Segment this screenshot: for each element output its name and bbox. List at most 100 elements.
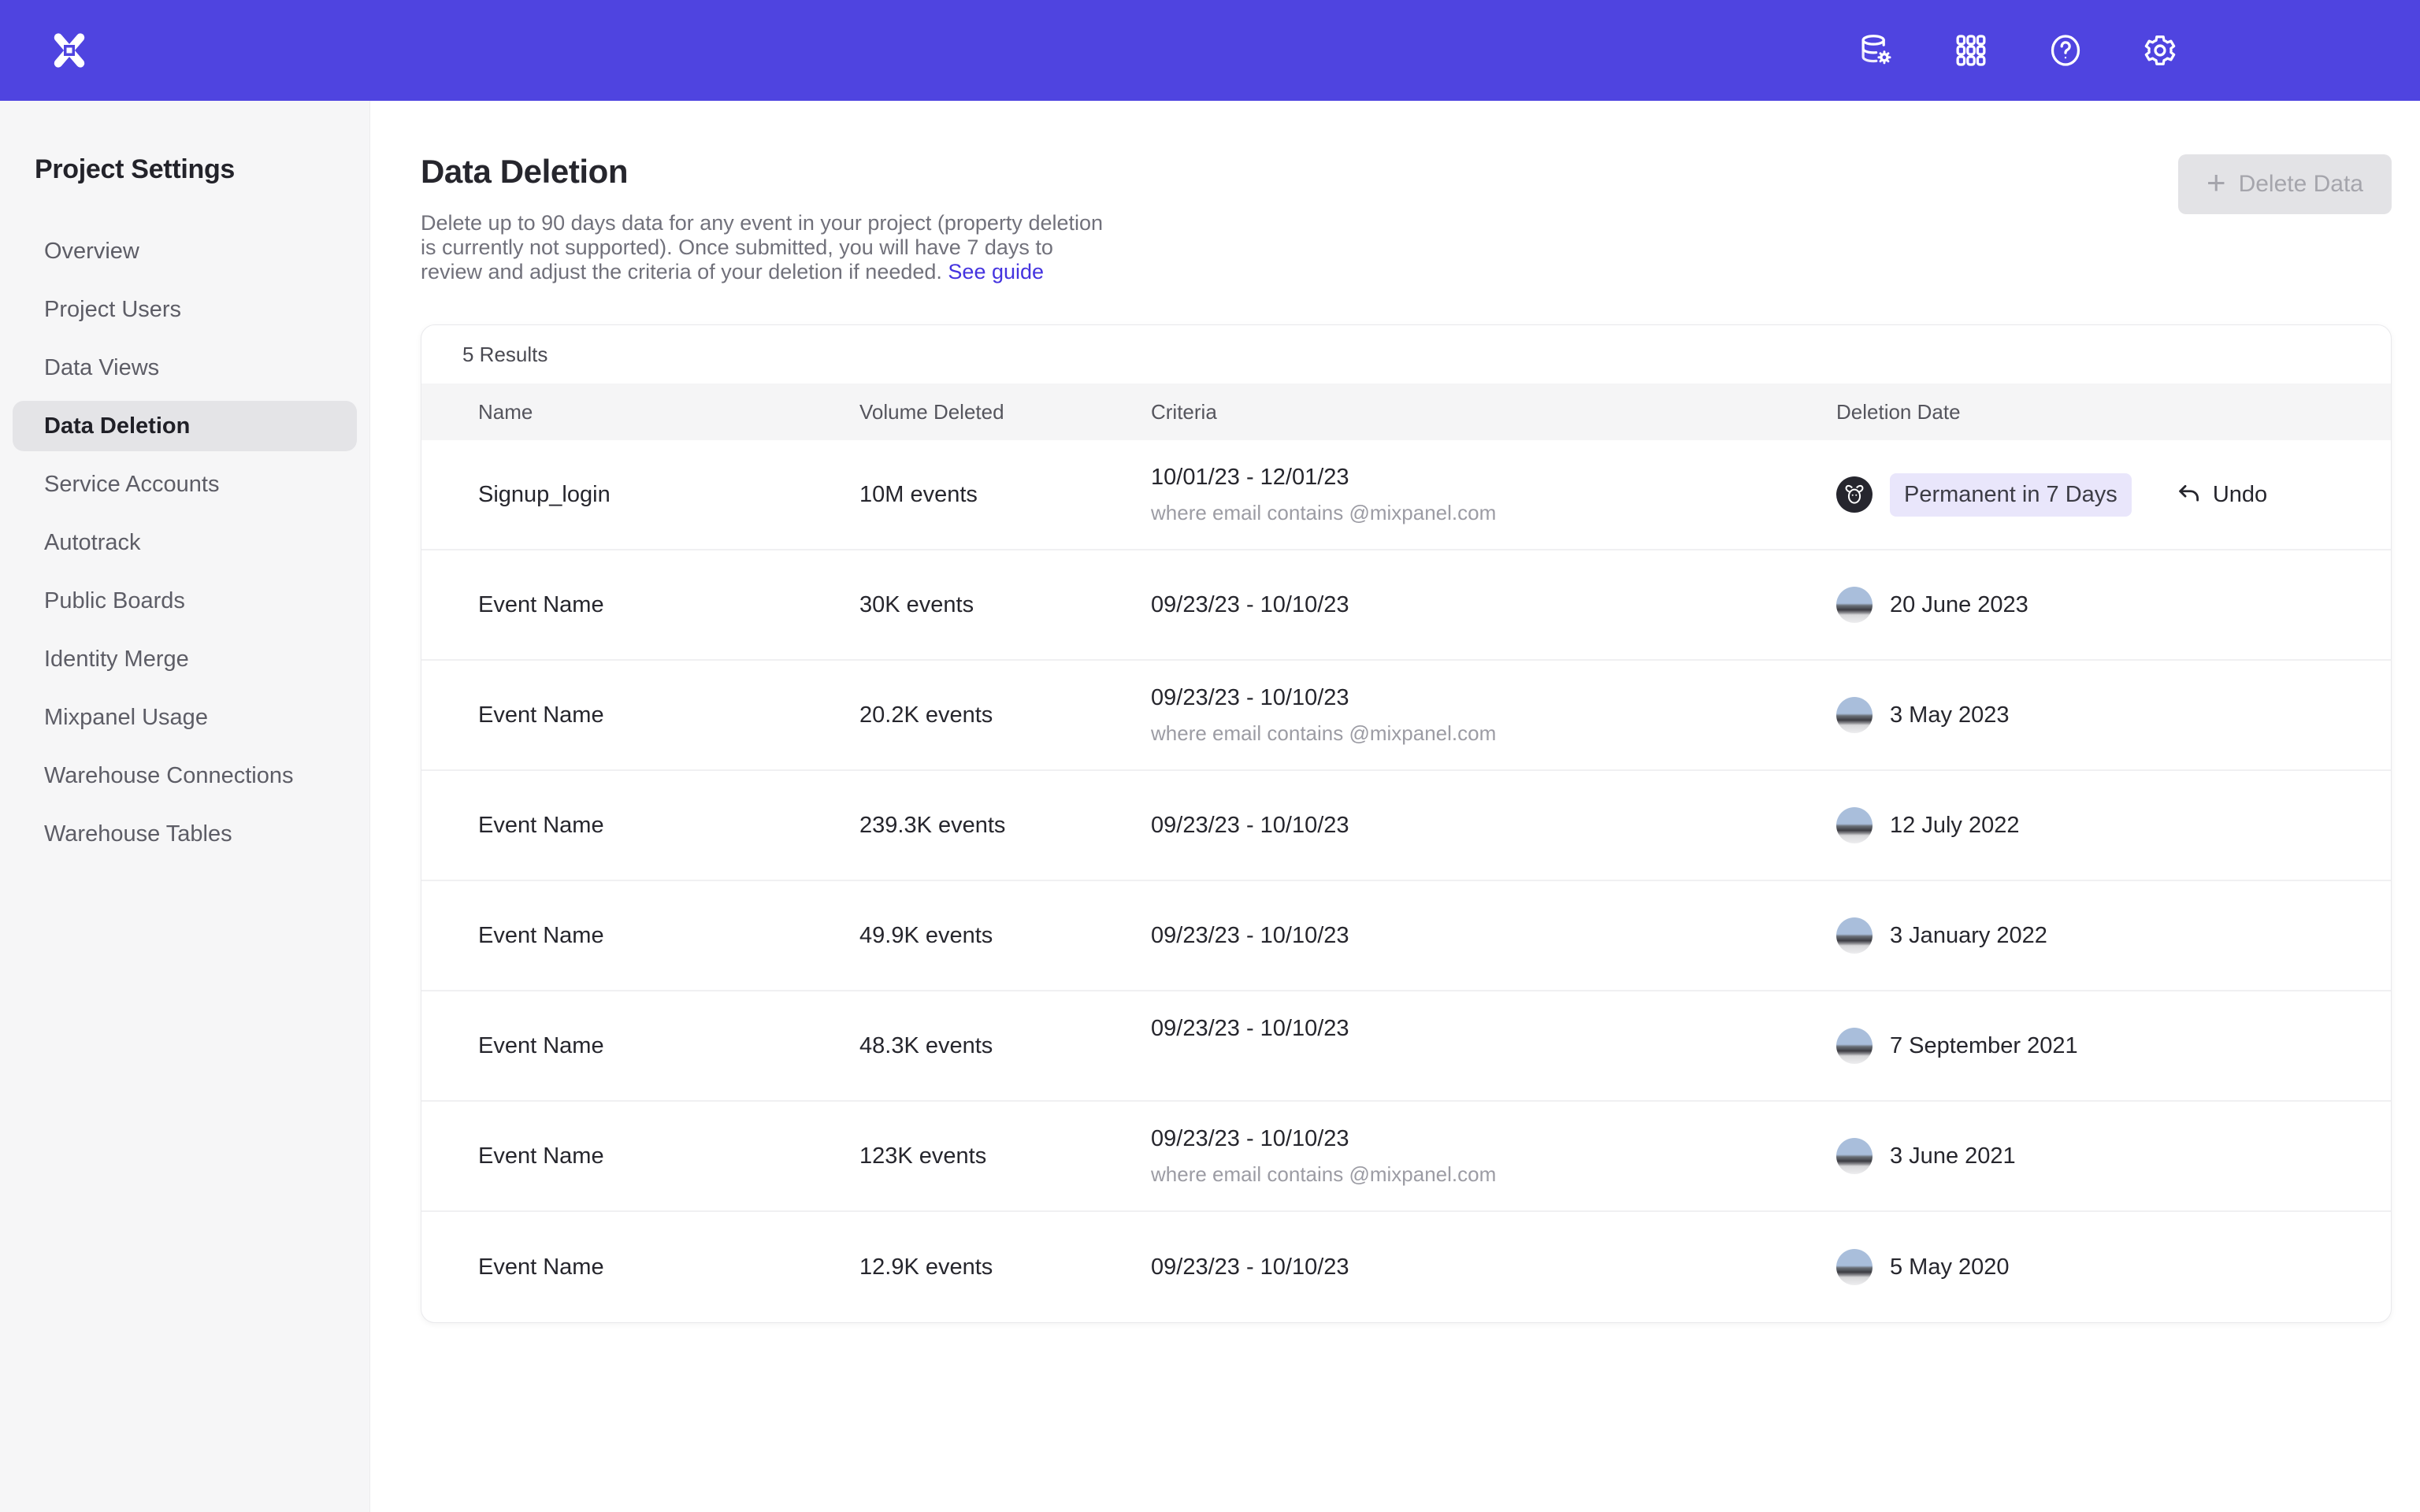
deletion-date-text: 3 June 2021 [1890,1143,2016,1169]
sidebar-item-label: Project Users [44,297,181,323]
delete-data-button[interactable]: + Delete Data [2178,154,2392,214]
row-criteria: 09/23/23 - 10/10/23 where email contains… [1151,1126,1836,1187]
col-criteria: Criteria [1151,400,1836,424]
apps-grid-icon[interactable] [1953,32,1989,69]
row-deletion-date: 5 May 2020 [1836,1249,2391,1285]
deletion-date-text: 20 June 2023 [1890,592,2028,618]
sidebar-item-mixpanel-usage[interactable]: Mixpanel Usage [13,692,357,743]
user-avatar [1836,1028,1873,1064]
user-avatar [1836,587,1873,623]
sidebar-item-public-boards[interactable]: Public Boards [13,576,357,626]
row-criteria-filter: where email contains @mixpanel.com [1151,1162,1836,1187]
table-row: Event Name 48.3K events 09/23/23 - 10/10… [421,991,2391,1102]
sidebar-item-label: Warehouse Tables [44,821,232,847]
row-volume: 12.9K events [859,1254,1151,1280]
permanent-badge: Permanent in 7 Days [1890,473,2132,517]
row-criteria-range: 09/23/23 - 10/10/23 [1151,685,1836,711]
row-criteria: 09/23/23 - 10/10/23 [1151,813,1836,839]
see-guide-link[interactable]: See guide [948,260,1044,284]
row-volume: 48.3K events [859,1033,1151,1059]
sidebar-item-identity-merge[interactable]: Identity Merge [13,634,357,684]
sidebar-item-label: Public Boards [44,588,185,614]
sidebar-item-autotrack[interactable]: Autotrack [13,517,357,568]
help-icon[interactable] [2047,32,2084,69]
table-row: Event Name 30K events 09/23/23 - 10/10/2… [421,550,2391,661]
row-criteria-filter: where email contains @mixpanel.com [1151,721,1836,746]
row-deletion-date: 20 June 2023 [1836,587,2391,623]
main-content: Data Deletion Delete up to 90 days data … [370,101,2420,1512]
row-criteria-filter: where email contains @mixpanel.com [1151,501,1836,525]
col-deletion-date: Deletion Date [1836,400,2391,424]
row-criteria-range: 09/23/23 - 10/10/23 [1151,813,1836,839]
table-row: Event Name 12.9K events 09/23/23 - 10/10… [421,1212,2391,1322]
sidebar-item-label: Mixpanel Usage [44,705,208,731]
row-criteria-range: 09/23/23 - 10/10/23 [1151,1126,1836,1152]
sidebar-item-data-deletion[interactable]: Data Deletion [13,401,357,451]
results-count: 5 Results [421,325,2391,384]
table-row: Event Name 123K events 09/23/23 - 10/10/… [421,1102,2391,1212]
sidebar-item-label: Warehouse Connections [44,763,294,789]
sidebar-item-service-accounts[interactable]: Service Accounts [13,459,357,510]
sidebar-nav: Overview Project Users Data Views Data D… [0,226,369,859]
sidebar-item-label: Data Deletion [44,413,190,439]
row-name: Event Name [478,813,859,839]
row-criteria-range: 09/23/23 - 10/10/23 [1151,1254,1836,1280]
row-criteria: 09/23/23 - 10/10/23 where email contains… [1151,685,1836,746]
sidebar-item-overview[interactable]: Overview [13,226,357,276]
deletion-date-text: 12 July 2022 [1890,813,2019,839]
deletion-date-text: 7 September 2021 [1890,1033,2078,1059]
row-deletion-date: 12 July 2022 [1836,807,2391,843]
deletion-date-text: 5 May 2020 [1890,1254,2010,1280]
sidebar-item-warehouse-tables[interactable]: Warehouse Tables [13,809,357,859]
user-avatar [1836,807,1873,843]
row-name: Event Name [478,1033,859,1059]
sidebar: Project Settings Overview Project Users … [0,101,370,1512]
mixpanel-logo[interactable] [47,28,91,72]
undo-button[interactable]: Undo [2176,481,2267,508]
data-settings-icon[interactable] [1858,32,1895,69]
row-deletion-date: 3 May 2023 [1836,697,2391,733]
row-criteria: 10/01/23 - 12/01/23 where email contains… [1151,465,1836,525]
user-avatar [1836,697,1873,733]
page-head-text: Data Deletion Delete up to 90 days data … [421,153,1117,284]
sidebar-item-data-views[interactable]: Data Views [13,343,357,393]
page-head: Data Deletion Delete up to 90 days data … [370,101,2420,284]
row-criteria: 09/23/23 - 10/10/23 [1151,1016,1836,1042]
plus-icon: + [2207,166,2226,199]
sidebar-item-label: Autotrack [44,530,141,556]
sidebar-item-project-users[interactable]: Project Users [13,284,357,335]
table-row: Event Name 239.3K events 09/23/23 - 10/1… [421,771,2391,881]
user-avatar [1836,917,1873,954]
undo-icon [2176,481,2203,508]
table-row: Signup_login 10M events 10/01/23 - 12/01… [421,440,2391,550]
sidebar-item-label: Identity Merge [44,647,189,673]
page-title: Data Deletion [421,153,1117,191]
sidebar-title: Project Settings [35,154,369,185]
row-criteria: 09/23/23 - 10/10/23 [1151,1254,1836,1280]
row-deletion-date: 3 January 2022 [1836,917,2391,954]
row-name: Event Name [478,592,859,618]
row-name: Signup_login [478,482,859,508]
table-body: Signup_login 10M events 10/01/23 - 12/01… [421,440,2391,1322]
row-deletion-date: Permanent in 7 Days Undo [1836,473,2391,517]
sidebar-item-label: Overview [44,239,139,265]
row-name: Event Name [478,702,859,728]
deletion-date-text: 3 January 2022 [1890,923,2047,949]
row-volume: 123K events [859,1143,1151,1169]
row-volume: 30K events [859,592,1151,618]
delete-data-label: Delete Data [2239,171,2363,198]
row-volume: 10M events [859,482,1151,508]
row-criteria-range: 09/23/23 - 10/10/23 [1151,1016,1836,1042]
row-volume: 20.2K events [859,702,1151,728]
settings-gear-icon[interactable] [2142,32,2178,69]
row-name: Event Name [478,1143,859,1169]
row-volume: 49.9K events [859,923,1151,949]
sidebar-item-label: Service Accounts [44,472,219,498]
row-name: Event Name [478,923,859,949]
undo-label: Undo [2213,482,2267,508]
page-description: Delete up to 90 days data for any event … [421,211,1117,284]
row-criteria-range: 09/23/23 - 10/10/23 [1151,592,1836,618]
sidebar-item-warehouse-connections[interactable]: Warehouse Connections [13,750,357,801]
table-row: Event Name 49.9K events 09/23/23 - 10/10… [421,881,2391,991]
row-criteria-range: 10/01/23 - 12/01/23 [1151,465,1836,491]
